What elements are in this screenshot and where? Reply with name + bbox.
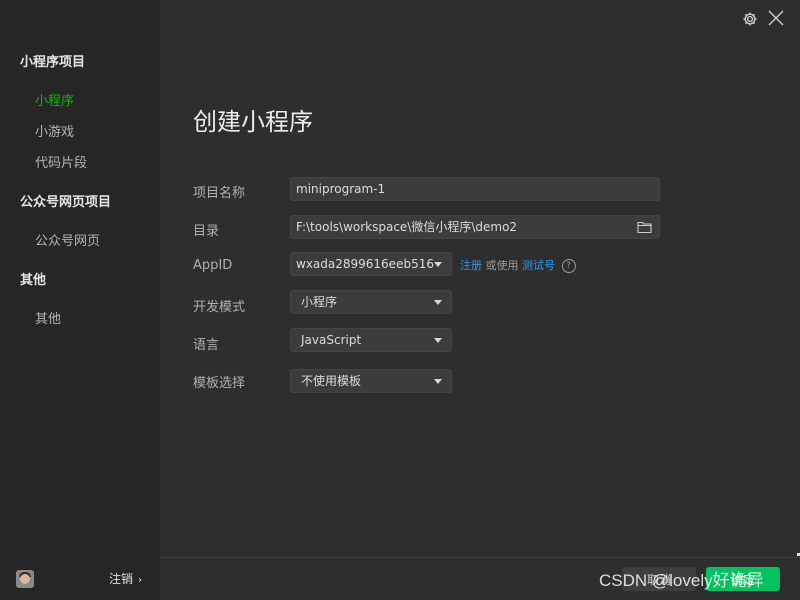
dev-mode-label: 开发模式 xyxy=(193,300,246,315)
dev-mode-select[interactable]: 小程序 xyxy=(290,290,452,314)
project-name-field[interactable] xyxy=(290,177,660,201)
gear-icon[interactable] xyxy=(741,10,759,28)
caret-down-icon xyxy=(434,300,442,305)
logout-button[interactable]: 注销 › xyxy=(109,570,142,587)
dev-mode-value: 小程序 xyxy=(301,295,338,309)
sidebar-item-miniprogram[interactable]: 小程序 xyxy=(35,90,74,109)
appid-value: wxada2899616eeb516 xyxy=(296,257,434,271)
sidebar-item-code-snippet[interactable]: 代码片段 xyxy=(35,152,87,171)
template-select[interactable]: 不使用模板 xyxy=(290,369,452,393)
sidebar-item-other[interactable]: 其他 xyxy=(35,308,61,327)
project-name-label: 项目名称 xyxy=(193,186,246,201)
language-select[interactable]: JavaScript xyxy=(290,328,452,352)
test-account-link[interactable]: 测试号 xyxy=(522,259,555,272)
folder-icon[interactable] xyxy=(637,220,652,234)
or-use-text: 或使用 xyxy=(485,259,519,272)
appid-select[interactable]: wxada2899616eeb516 xyxy=(290,252,452,276)
close-icon[interactable] xyxy=(767,9,785,27)
register-link[interactable]: 注册 xyxy=(460,259,482,272)
bottom-action-bar xyxy=(160,557,800,600)
sidebar-section-miniprogram: 小程序项目 xyxy=(20,55,86,70)
sidebar: 小程序项目 小程序 小游戏 代码片段 公众号网页项目 公众号网页 其他 其他 注… xyxy=(0,0,160,600)
directory-label: 目录 xyxy=(193,224,220,239)
chevron-right-icon: › xyxy=(138,575,143,586)
language-value: JavaScript xyxy=(301,333,362,347)
confirm-button[interactable]: 确定 xyxy=(706,567,780,591)
avatar[interactable] xyxy=(16,570,34,588)
caret-down-icon xyxy=(434,338,442,343)
caret-down-icon xyxy=(434,262,442,267)
sidebar-item-minigame[interactable]: 小游戏 xyxy=(35,121,74,140)
help-icon[interactable]: ? xyxy=(561,259,576,273)
project-name-input[interactable] xyxy=(296,182,626,196)
logout-label: 注销 xyxy=(109,572,134,586)
sidebar-section-other: 其他 xyxy=(20,273,47,288)
cancel-button[interactable]: 取消 xyxy=(622,567,696,591)
sidebar-item-official-account-web[interactable]: 公众号网页 xyxy=(35,230,100,249)
page-title: 创建小程序 xyxy=(193,108,313,136)
template-value: 不使用模板 xyxy=(301,374,362,388)
caret-down-icon xyxy=(434,379,442,384)
language-label: 语言 xyxy=(193,338,220,353)
create-miniprogram-window: 小程序项目 小程序 小游戏 代码片段 公众号网页项目 公众号网页 其他 其他 注… xyxy=(0,0,800,600)
sidebar-section-official-account: 公众号网页项目 xyxy=(20,195,112,210)
directory-field[interactable]: F:\tools\workspace\微信小程序\demo2 xyxy=(290,215,660,239)
directory-value: F:\tools\workspace\微信小程序\demo2 xyxy=(296,220,518,234)
sidebar-footer: 注销 › xyxy=(0,560,160,600)
template-label: 模板选择 xyxy=(193,376,246,391)
appid-links: 注册 或使用 测试号 ? xyxy=(460,257,576,273)
appid-label: AppID xyxy=(193,258,233,273)
